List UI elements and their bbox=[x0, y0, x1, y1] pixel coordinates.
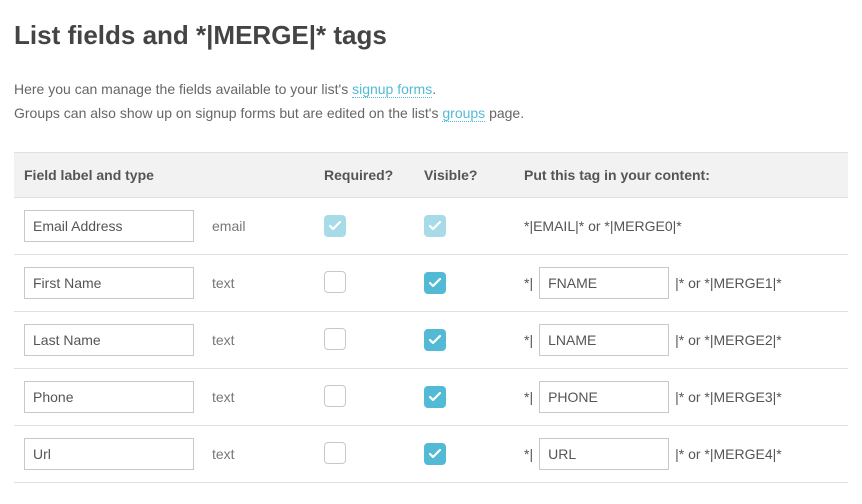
tag-suffix: |* or *|MERGE1|* bbox=[675, 275, 782, 291]
visible-checkbox[interactable] bbox=[424, 272, 446, 294]
visible-cell bbox=[424, 443, 524, 465]
visible-cell bbox=[424, 272, 524, 294]
required-checkbox[interactable] bbox=[324, 442, 346, 464]
tag-prefix: *| bbox=[524, 389, 533, 405]
field-type-label: text bbox=[212, 275, 235, 291]
table-row: text *| |* or *|MERGE4|* bbox=[14, 426, 848, 483]
visible-checkbox bbox=[424, 215, 446, 237]
tag-cell: *| |* or *|MERGE1|* bbox=[524, 267, 838, 299]
field-type-label: text bbox=[212, 446, 235, 462]
merge-tag-input[interactable] bbox=[539, 267, 669, 299]
table-row: email *|EMAIL|* or *|MERGE0|* bbox=[14, 198, 848, 255]
required-checkbox bbox=[324, 215, 346, 237]
tag-cell: *|EMAIL|* or *|MERGE0|* bbox=[524, 218, 838, 234]
intro-line-1: Here you can manage the fields available… bbox=[14, 79, 848, 101]
intro-line-2: Groups can also show up on signup forms … bbox=[14, 103, 848, 125]
field-label-input[interactable] bbox=[24, 210, 194, 242]
header-visible: Visible? bbox=[424, 167, 524, 183]
signup-forms-link[interactable]: signup forms bbox=[352, 81, 432, 98]
fields-table: Field label and type Required? Visible? … bbox=[14, 152, 848, 483]
field-label-cell: text bbox=[24, 267, 324, 299]
visible-cell bbox=[424, 329, 524, 351]
merge-tag-static: *|EMAIL|* or *|MERGE0|* bbox=[524, 218, 682, 234]
intro-2-pre: Groups can also show up on signup forms … bbox=[14, 105, 442, 121]
table-row: text *| |* or *|MERGE3|* bbox=[14, 369, 848, 426]
header-required: Required? bbox=[324, 167, 424, 183]
page-title: List fields and *|MERGE|* tags bbox=[14, 20, 848, 51]
merge-tag-input[interactable] bbox=[539, 324, 669, 356]
field-label-input[interactable] bbox=[24, 324, 194, 356]
merge-tag-input[interactable] bbox=[539, 438, 669, 470]
tag-prefix: *| bbox=[524, 446, 533, 462]
tag-cell: *| |* or *|MERGE4|* bbox=[524, 438, 838, 470]
required-checkbox[interactable] bbox=[324, 271, 346, 293]
required-cell bbox=[324, 328, 424, 353]
groups-link[interactable]: groups bbox=[442, 105, 485, 122]
visible-checkbox[interactable] bbox=[424, 386, 446, 408]
required-cell bbox=[324, 385, 424, 410]
tag-cell: *| |* or *|MERGE3|* bbox=[524, 381, 838, 413]
table-row: text *| |* or *|MERGE2|* bbox=[14, 312, 848, 369]
field-label-cell: email bbox=[24, 210, 324, 242]
tag-prefix: *| bbox=[524, 275, 533, 291]
field-type-label: text bbox=[212, 389, 235, 405]
table-header-row: Field label and type Required? Visible? … bbox=[14, 153, 848, 198]
field-label-cell: text bbox=[24, 438, 324, 470]
required-checkbox[interactable] bbox=[324, 385, 346, 407]
header-tag: Put this tag in your content: bbox=[524, 167, 838, 183]
visible-checkbox[interactable] bbox=[424, 329, 446, 351]
field-label-input[interactable] bbox=[24, 381, 194, 413]
table-row: text *| |* or *|MERGE1|* bbox=[14, 255, 848, 312]
visible-cell bbox=[424, 386, 524, 408]
intro-2-post: page. bbox=[485, 105, 524, 121]
visible-cell bbox=[424, 215, 524, 237]
visible-checkbox[interactable] bbox=[424, 443, 446, 465]
intro-1-pre: Here you can manage the fields available… bbox=[14, 81, 352, 97]
field-label-input[interactable] bbox=[24, 267, 194, 299]
field-label-cell: text bbox=[24, 324, 324, 356]
required-cell bbox=[324, 442, 424, 467]
required-cell bbox=[324, 271, 424, 296]
merge-tag-input[interactable] bbox=[539, 381, 669, 413]
required-checkbox[interactable] bbox=[324, 328, 346, 350]
field-type-label: email bbox=[212, 218, 245, 234]
tag-suffix: |* or *|MERGE4|* bbox=[675, 446, 782, 462]
tag-prefix: *| bbox=[524, 332, 533, 348]
tag-suffix: |* or *|MERGE3|* bbox=[675, 389, 782, 405]
field-label-cell: text bbox=[24, 381, 324, 413]
field-type-label: text bbox=[212, 332, 235, 348]
header-label: Field label and type bbox=[24, 167, 324, 183]
tag-suffix: |* or *|MERGE2|* bbox=[675, 332, 782, 348]
tag-cell: *| |* or *|MERGE2|* bbox=[524, 324, 838, 356]
required-cell bbox=[324, 215, 424, 237]
field-label-input[interactable] bbox=[24, 438, 194, 470]
intro-1-post: . bbox=[432, 81, 436, 97]
